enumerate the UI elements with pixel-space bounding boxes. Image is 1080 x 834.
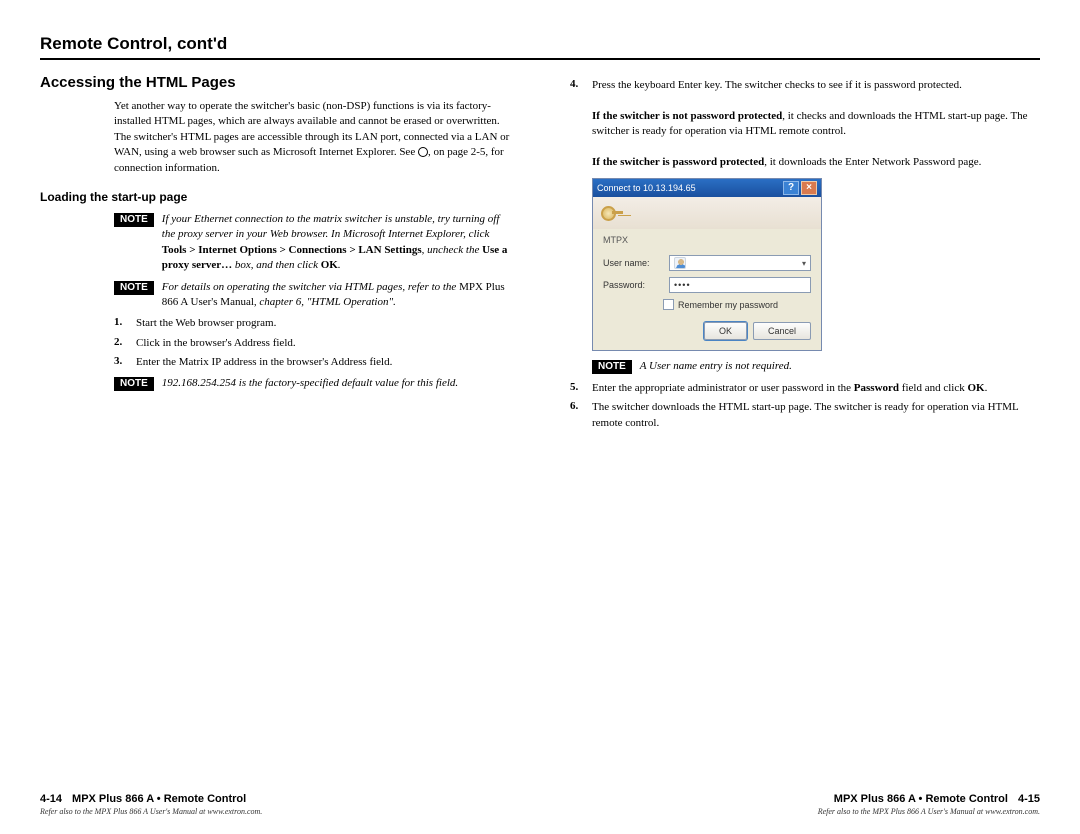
password-dialog: Connect to 10.13.194.65 ? × MTPX User na… <box>592 178 822 351</box>
step-text: Press the keyboard Enter key. The switch… <box>592 78 1040 170</box>
password-input[interactable]: •••• <box>669 277 811 293</box>
subsection-heading: Loading the start-up page <box>40 190 510 204</box>
footnote: Refer also to the MPX Plus 866 A User's … <box>580 807 1040 816</box>
step-number: 1. <box>114 316 126 331</box>
page-number-right: 4-15 <box>1018 793 1040 805</box>
step-text: The switcher downloads the HTML start-up… <box>592 400 1040 431</box>
page-footer: 4-14 MPX Plus 866 A • Remote Control Ref… <box>40 793 1040 816</box>
step-number: 2. <box>114 336 126 351</box>
remember-checkbox[interactable] <box>663 299 674 310</box>
step-row: 3. Enter the Matrix IP address in the br… <box>114 355 510 370</box>
dialog-titlebar: Connect to 10.13.194.65 ? × <box>593 179 821 197</box>
cancel-button[interactable]: Cancel <box>753 322 811 340</box>
page-number-left: 4-14 <box>40 793 62 805</box>
intro-paragraph: Yet another way to operate the switcher'… <box>114 99 510 176</box>
left-column: Accessing the HTML Pages Yet another way… <box>40 74 510 435</box>
step-number: 6. <box>570 400 582 431</box>
note-block: NOTE For details on operating the switch… <box>114 280 510 311</box>
key-icon <box>601 202 623 224</box>
dialog-host: MTPX <box>603 235 811 245</box>
note-text: A User name entry is not required. <box>640 359 1040 374</box>
doc-title: MPX Plus 866 A • Remote Control <box>834 793 1008 805</box>
remember-label: Remember my password <box>678 300 778 310</box>
step-row: 4. Press the keyboard Enter key. The swi… <box>570 78 1040 170</box>
note-text: If your Ethernet connection to the matri… <box>162 212 510 274</box>
footnote: Refer also to the MPX Plus 866 A User's … <box>40 807 500 816</box>
step-text: Start the Web browser program. <box>136 316 510 331</box>
chapter-title: Remote Control, cont'd <box>40 34 1040 54</box>
password-label: Password: <box>603 280 663 290</box>
dialog-title: Connect to 10.13.194.65 <box>597 183 781 193</box>
help-icon[interactable]: ? <box>783 181 799 195</box>
note-text: 192.168.254.254 is the factory-specified… <box>162 376 510 391</box>
user-icon <box>674 257 686 269</box>
note-badge: NOTE <box>114 377 154 391</box>
step-number: 5. <box>570 381 582 396</box>
step-row: 6. The switcher downloads the HTML start… <box>570 400 1040 431</box>
right-column: 4. Press the keyboard Enter key. The swi… <box>570 74 1040 435</box>
step-row: 2. Click in the browser's Address field. <box>114 336 510 351</box>
note-badge: NOTE <box>114 213 154 227</box>
close-icon[interactable]: × <box>801 181 817 195</box>
step-row: 1. Start the Web browser program. <box>114 316 510 331</box>
note-block: NOTE If your Ethernet connection to the … <box>114 212 510 274</box>
ok-button[interactable]: OK <box>704 322 747 340</box>
chevron-down-icon[interactable]: ▾ <box>802 259 806 268</box>
step-text: Enter the appropriate administrator or u… <box>592 381 1040 396</box>
step-text: Enter the Matrix IP address in the brows… <box>136 355 510 370</box>
note-badge: NOTE <box>114 281 154 295</box>
dialog-icon-band <box>593 197 821 229</box>
note-badge: NOTE <box>592 360 632 374</box>
note-text: For details on operating the switcher vi… <box>162 280 510 311</box>
note-block: NOTE A User name entry is not required. <box>592 359 1040 374</box>
note-block: NOTE 192.168.254.254 is the factory-spec… <box>114 376 510 391</box>
username-label: User name: <box>603 258 663 268</box>
section-heading: Accessing the HTML Pages <box>40 74 510 91</box>
step-row: 5. Enter the appropriate administrator o… <box>570 381 1040 396</box>
step-text: Click in the browser's Address field. <box>136 336 510 351</box>
reference-icon <box>418 147 428 157</box>
step-number: 4. <box>570 78 582 170</box>
doc-title: MPX Plus 866 A • Remote Control <box>72 793 246 805</box>
username-input[interactable]: ▾ <box>669 255 811 271</box>
step-number: 3. <box>114 355 126 370</box>
